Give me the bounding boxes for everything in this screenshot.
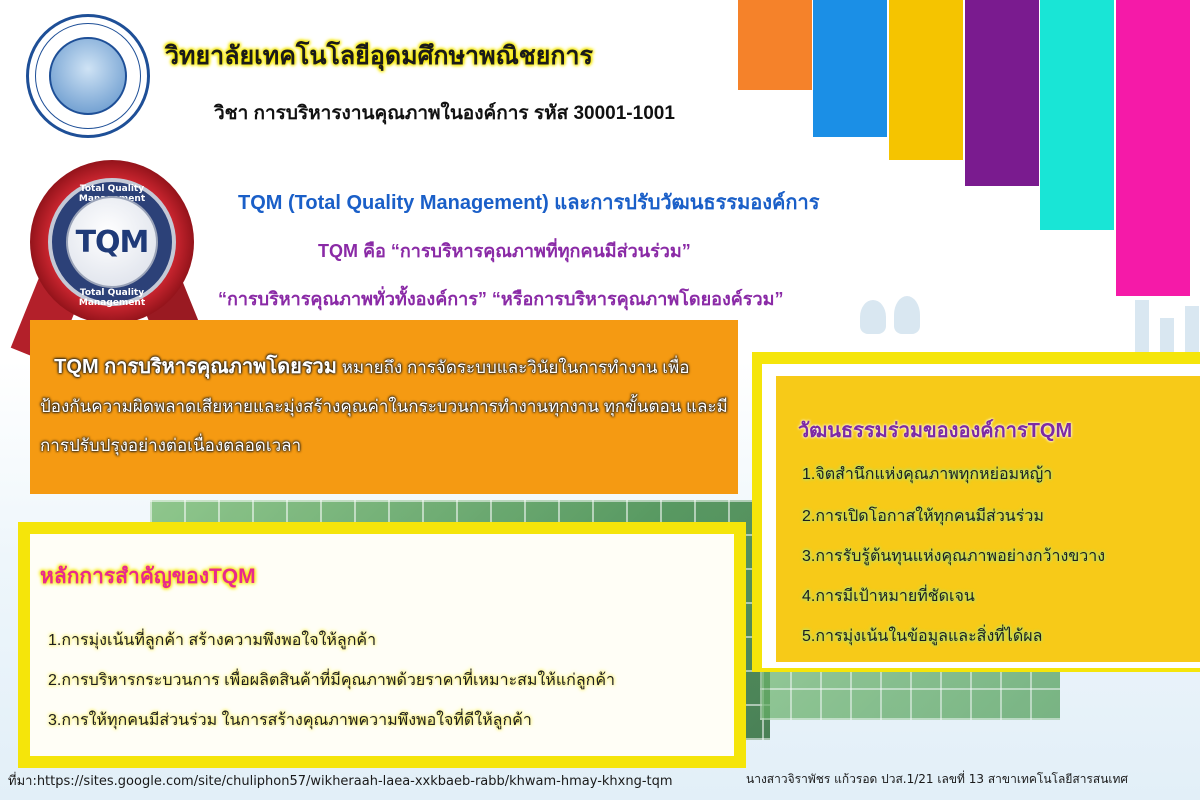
- principle-item: 1.การมุ่งเน้นที่ลูกค้า สร้างความพึงพอใจใ…: [48, 632, 377, 649]
- college-logo-icon: [26, 14, 150, 138]
- background-chart-bar: [1135, 300, 1149, 360]
- principle-item: 2.การบริหารกระบวนการ เพื่อผลิตสินค้าที่ม…: [48, 672, 616, 689]
- culture-item: 1.จิตสำนึกแห่งคุณภาพทุกหย่อมหญ้า: [802, 466, 1053, 483]
- tqm-badge-center: TQM: [66, 196, 158, 288]
- principle-item: 3.การให้ทุกคนมีส่วนร่วม ในการสร้างคุณภาพ…: [48, 712, 532, 729]
- badge-arc-text-bottom: Total Quality Management: [78, 288, 146, 308]
- culture-item: 3.การรับรู้ต้นทุนแห่งคุณภาพอย่างกว้างขวา…: [802, 548, 1106, 565]
- tqm-badge-text: TQM: [75, 224, 150, 260]
- author-credit: นางสาวจิราพัชร แก้วรอด ปวส.1/21 เลขที่ 1…: [746, 772, 1129, 786]
- tqm-definition-2: “การบริหารคุณภาพทั่วทั้งองค์การ” “หรือกา…: [218, 289, 784, 309]
- logo-globe: [49, 37, 127, 115]
- principles-title: หลักการสำคัญของTQM: [40, 565, 256, 588]
- definition-text: TQM การบริหารคุณภาพโดยรวม หมายถึง การจัด…: [40, 348, 740, 465]
- color-bar: [738, 0, 812, 90]
- background-person-icon: [860, 300, 886, 334]
- culture-item: 4.การมีเป้าหมายที่ชัดเจน: [802, 588, 975, 605]
- tqm-title: TQM (Total Quality Management) และการปรั…: [238, 192, 820, 214]
- color-bar: [1040, 0, 1114, 230]
- color-bar: [965, 0, 1039, 186]
- college-name: วิทยาลัยเทคโนโลยีอุดมศึกษาพณิชยการ: [165, 42, 593, 70]
- background-person-icon: [894, 296, 920, 334]
- culture-item: 5.การมุ่งเน้นในข้อมูลและสิ่งที่ได้ผล: [802, 628, 1043, 645]
- color-bar: [889, 0, 963, 160]
- culture-item: 2.การเปิดโอกาสให้ทุกคนมีส่วนร่วม: [802, 508, 1044, 525]
- color-bar: [1116, 0, 1190, 296]
- color-bar: [813, 0, 887, 137]
- subject-line: วิชา การบริหารงานคุณภาพในองค์การ รหัส 30…: [214, 103, 675, 124]
- definition-term: TQM การบริหารคุณภาพโดยรวม: [54, 356, 337, 378]
- tqm-definition-1: TQM คือ “การบริหารคุณภาพที่ทุกคนมีส่วนร่…: [318, 241, 691, 261]
- source-credit: ที่มา:https://sites.google.com/site/chul…: [8, 774, 673, 789]
- culture-title: วัฒนธรรมร่วมขององค์การTQM: [798, 420, 1073, 442]
